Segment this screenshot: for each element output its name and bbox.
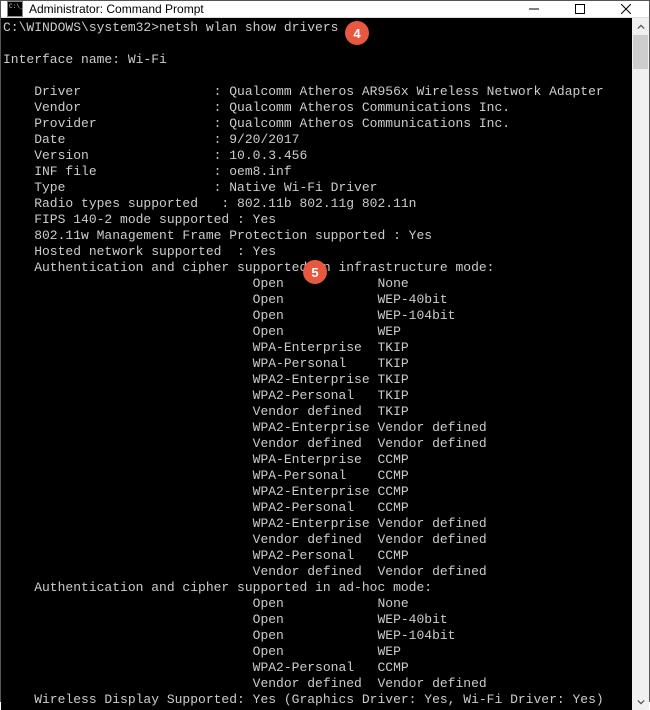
annotation-badge-5: 5 [303, 260, 327, 284]
close-button[interactable] [603, 1, 649, 17]
window-title: Administrator: Command Prompt [29, 2, 511, 16]
annotation-badge-4: 4 [345, 21, 369, 45]
chevron-up-icon [637, 23, 645, 31]
command-prompt-window: Administrator: Command Prompt C:\WINDOWS… [0, 0, 650, 702]
maximize-button[interactable] [557, 1, 603, 17]
cmd-icon [7, 1, 23, 17]
scroll-track[interactable] [632, 35, 649, 693]
titlebar[interactable]: Administrator: Command Prompt [1, 1, 649, 18]
minimize-button[interactable] [511, 1, 557, 17]
close-icon [621, 4, 631, 14]
maximize-icon [575, 4, 585, 14]
content-area: C:\WINDOWS\system32>netsh wlan show driv… [1, 18, 649, 710]
terminal-output[interactable]: C:\WINDOWS\system32>netsh wlan show driv… [1, 18, 632, 710]
scroll-thumb[interactable] [633, 35, 648, 69]
scroll-up-button[interactable] [632, 18, 649, 35]
window-controls [511, 1, 649, 17]
minimize-icon [529, 4, 539, 14]
vertical-scrollbar[interactable] [632, 18, 649, 710]
